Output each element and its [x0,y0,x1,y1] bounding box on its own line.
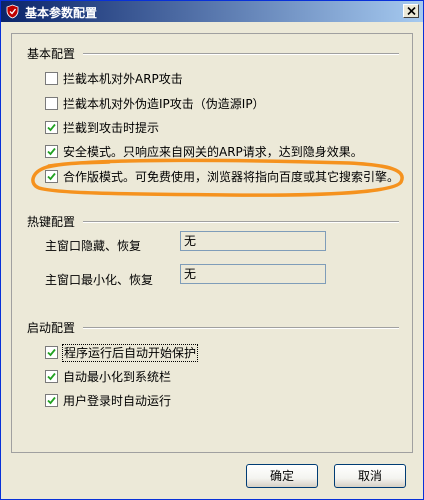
group-title-hotkey: 热键配置 [27,215,76,229]
group-title-startup: 启动配置 [27,321,76,335]
checkbox-block-arp-attack[interactable] [45,72,58,85]
checkmark-icon [47,396,56,405]
checkbox-safe-mode[interactable] [45,145,58,158]
checkbox-minimize-to-tray[interactable] [45,370,58,383]
group-divider-basic [83,53,399,55]
hotkey-field-minimize-restore[interactable]: 无 [180,264,326,284]
option-label: 拦截到攻击时提示 [63,121,160,135]
group-title-basic: 基本配置 [27,47,76,61]
cancel-button[interactable]: 取消 [334,464,406,488]
option-label: 安全模式。只响应来自网关的ARP请求，达到隐身效果。 [63,145,363,159]
checkbox-run-on-login[interactable] [45,394,58,407]
option-label: 用户登录时自动运行 [63,394,172,408]
settings-dialog: 基本参数配置 基本配置 拦截本机对外ARP攻击 拦截本机对外伪造IP攻击（伪造源… [0,0,424,500]
group-divider-hotkey [83,221,399,223]
checkmark-icon [47,372,56,381]
checkbox-attack-alert[interactable] [45,121,58,134]
title-bar[interactable]: 基本参数配置 [1,1,423,22]
option-label: 自动最小化到系统栏 [63,370,172,384]
hotkey-label-hide-restore: 主窗口隐藏、恢复 [45,239,142,253]
close-button[interactable] [403,4,419,18]
option-label: 拦截本机对外伪造IP攻击（伪造源IP） [63,97,265,111]
checkbox-block-ip-spoof[interactable] [45,97,58,110]
checkbox-auto-protect[interactable] [45,346,58,359]
ok-button[interactable]: 确定 [246,464,318,488]
hotkey-label-minimize-restore: 主窗口最小化、恢复 [45,273,154,287]
hotkey-field-hide-restore[interactable]: 无 [180,231,326,251]
checkbox-partner-mode[interactable] [45,170,58,183]
checkmark-icon [47,123,56,132]
option-label: 合作版模式。可免费使用，浏览器将指向百度或其它搜索引擎。 [63,170,400,184]
checkmark-icon [47,172,56,181]
checkmark-icon [47,147,56,156]
option-label: 程序运行后自动开始保护 [61,344,199,362]
window-title: 基本参数配置 [25,6,98,20]
option-label: 拦截本机对外ARP攻击 [63,72,183,86]
shield-icon [5,4,20,19]
group-divider-startup [83,327,399,329]
checkmark-icon [47,348,56,357]
